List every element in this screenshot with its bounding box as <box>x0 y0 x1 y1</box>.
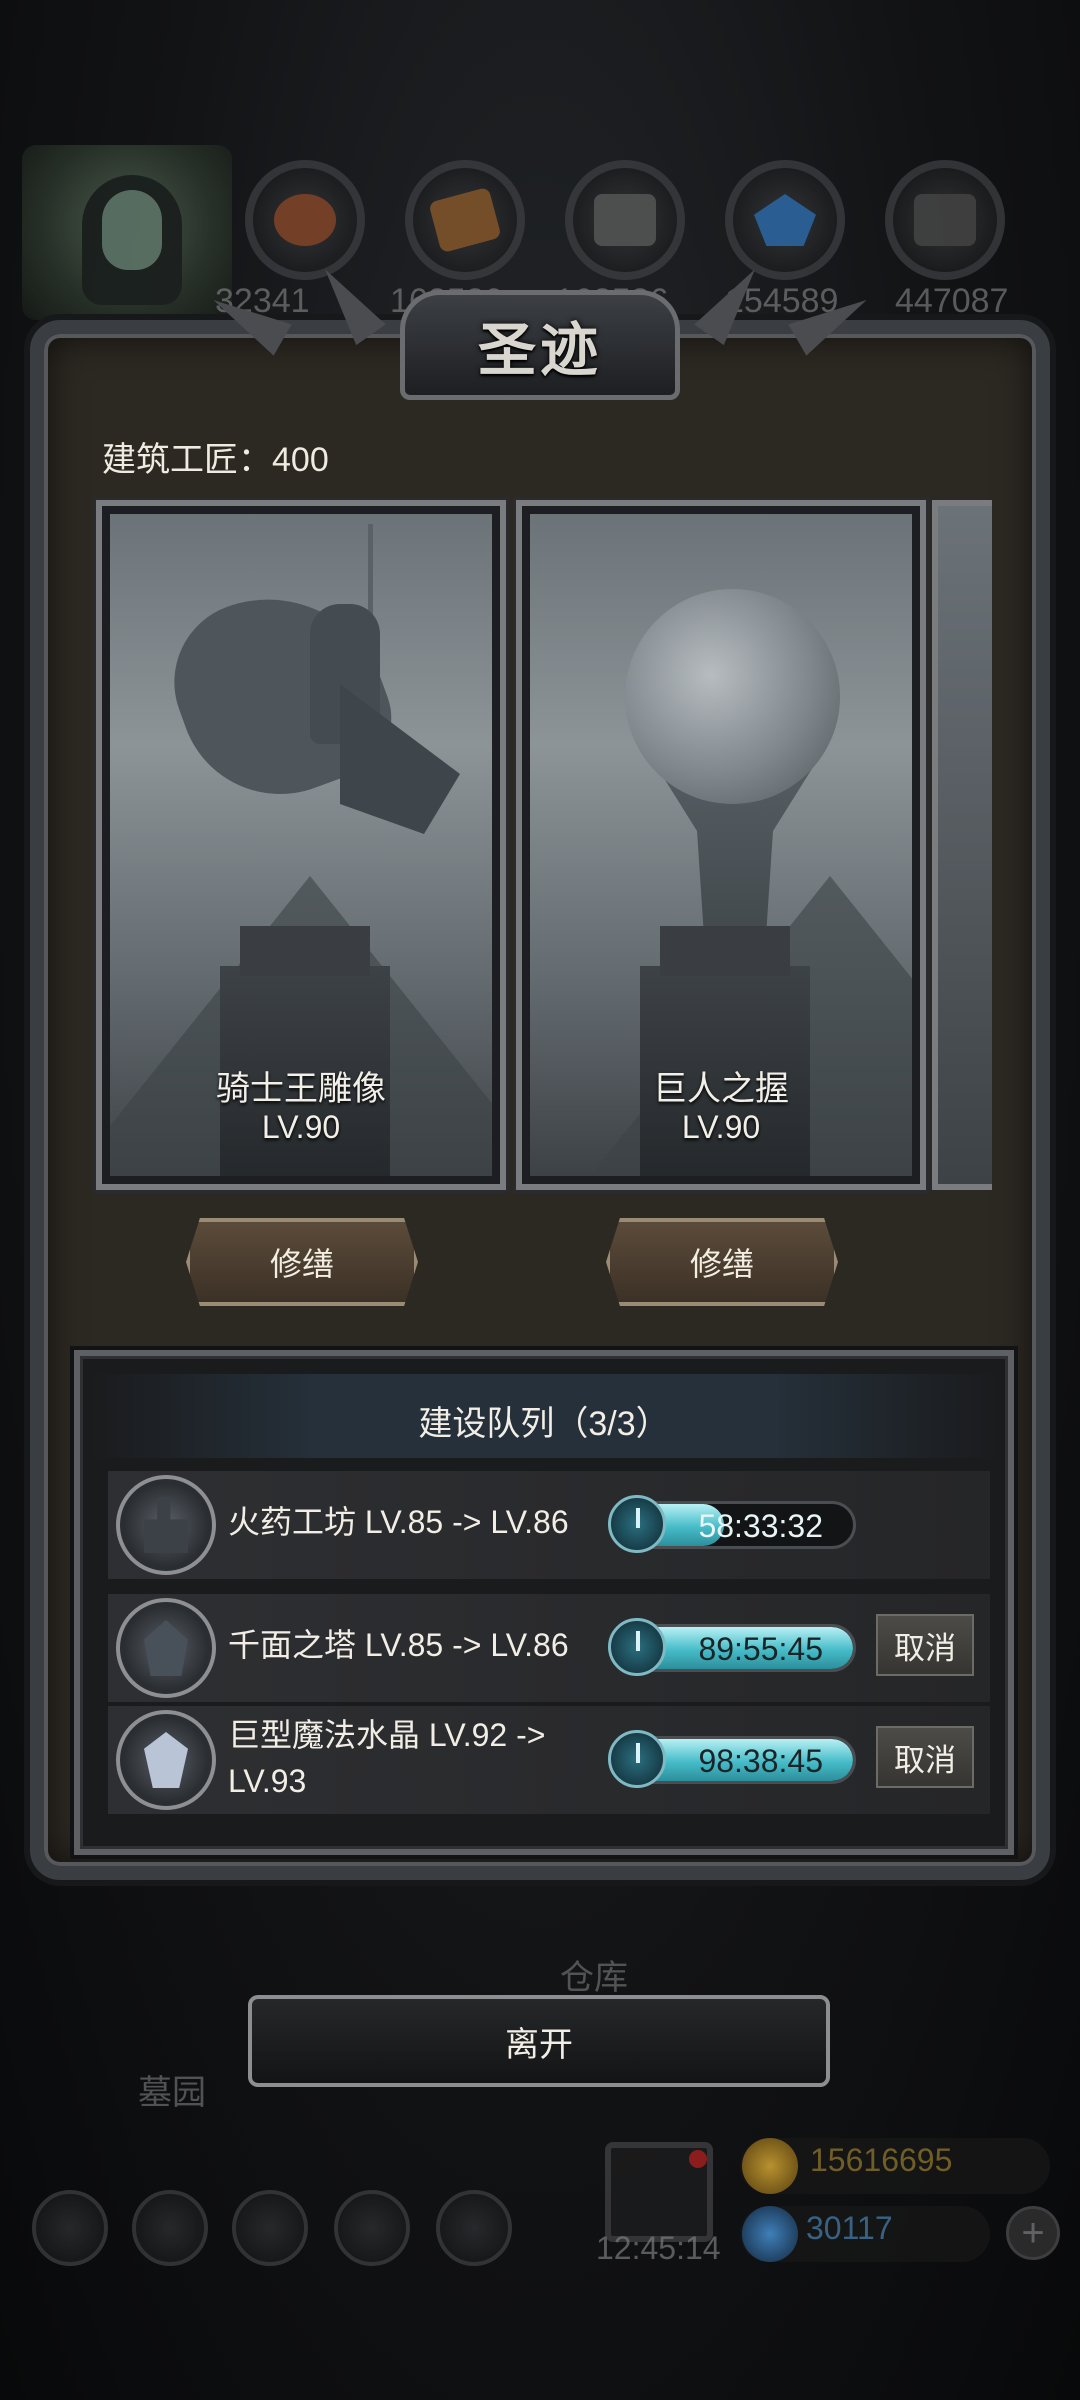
leave-button[interactable]: 离开 <box>248 1995 830 2087</box>
queue-item-text: 巨型魔法水晶 LV.92 -> <box>228 1717 546 1753</box>
meat-icon <box>274 194 336 246</box>
repair-button-giant-grip[interactable]: 修缮 <box>606 1218 838 1306</box>
leave-button-label: 离开 <box>505 2025 573 2064</box>
add-gems-button[interactable]: + <box>1006 2206 1060 2260</box>
repair-button-label: 修缮 <box>689 1246 754 1282</box>
queue-item: 火药工坊 LV.85 -> LV.86 58:33:32 <box>108 1471 990 1579</box>
cancel-label: 取消 <box>894 1742 956 1778</box>
cancel-button[interactable]: 取消 <box>876 1726 974 1788</box>
cancel-label: 取消 <box>894 1630 956 1666</box>
monument-level: LV.90 <box>261 1109 341 1145</box>
repair-button-label: 修缮 <box>269 1246 334 1282</box>
monument-name: 巨人之握 <box>653 1070 789 1108</box>
queue-item: 巨型魔法水晶 LV.92 -> LV.93 98:38:45 取消 <box>108 1706 990 1814</box>
queue-title: 建设队列（3/3） <box>418 1405 670 1443</box>
codex-icon[interactable] <box>232 2190 308 2266</box>
dialog-title: 圣迹 <box>477 318 602 383</box>
queue-time: 89:55:45 <box>698 1631 823 1667</box>
crystal-icon <box>116 1710 216 1810</box>
clock-icon <box>608 1618 666 1676</box>
queue-item-text: LV.93 <box>228 1763 307 1799</box>
gem-value: 30117 <box>806 2210 893 2246</box>
queue-item-text: 千面之塔 LV.85 -> LV.86 <box>228 1627 569 1663</box>
queue-time: 58:33:32 <box>698 1508 823 1544</box>
monument-card-giant-grip[interactable]: 巨人之握 LV.90 <box>516 500 926 1190</box>
warehouse-label: 仓库 <box>560 1959 628 1997</box>
avatar-face <box>102 190 162 270</box>
stone-resource-icon[interactable] <box>565 160 685 280</box>
wood-resource-icon[interactable] <box>405 160 525 280</box>
queue-item-text: 火药工坊 LV.85 -> LV.86 <box>228 1504 569 1540</box>
build-queue-panel: 建设队列（3/3） 火药工坊 LV.85 -> LV.86 58:33:32 千… <box>74 1350 1014 1855</box>
iron-icon <box>914 194 976 246</box>
gem-icon <box>742 2206 798 2262</box>
queue-time: 98:38:45 <box>698 1743 823 1779</box>
cloak-shape <box>340 684 460 834</box>
monument-name: 骑士王雕像 <box>216 1070 386 1108</box>
queue-item: 千面之塔 LV.85 -> LV.86 89:55:45 取消 <box>108 1594 990 1702</box>
tower-icon <box>116 1598 216 1698</box>
moon-shape <box>625 589 840 804</box>
builder-count: 建筑工匠：400 <box>102 441 329 479</box>
clock-icon <box>608 1730 666 1788</box>
player-avatar[interactable] <box>22 145 232 320</box>
cemetery-label: 墓园 <box>138 2074 206 2112</box>
game-clock: 12:45:14 <box>596 2230 721 2266</box>
cancel-button[interactable]: 取消 <box>876 1614 974 1676</box>
meat-resource-icon[interactable] <box>245 160 365 280</box>
workshop-icon <box>116 1475 216 1575</box>
stone-icon <box>594 194 656 246</box>
monument-card-knight-king[interactable]: 骑士王雕像 LV.90 <box>96 500 506 1190</box>
chest-icon[interactable] <box>436 2190 512 2266</box>
notification-dot <box>689 2150 707 2168</box>
wood-icon <box>428 186 502 254</box>
monument-card-partial[interactable] <box>932 500 992 1190</box>
iron-resource-icon[interactable] <box>885 160 1005 280</box>
repair-button-knight-king[interactable]: 修缮 <box>186 1218 418 1306</box>
gold-value: 15616695 <box>810 2142 953 2178</box>
achievement-icon[interactable] <box>132 2190 208 2266</box>
settings-icon[interactable] <box>32 2190 108 2266</box>
monument-level: LV.90 <box>681 1109 761 1145</box>
mail-icon[interactable] <box>334 2190 410 2266</box>
gold-coin-icon <box>742 2138 798 2194</box>
clock-icon <box>608 1495 666 1553</box>
iron-value: 447087 <box>895 282 1009 320</box>
crystal-icon <box>754 194 816 246</box>
dialog-title-plate: 圣迹 <box>400 290 680 400</box>
